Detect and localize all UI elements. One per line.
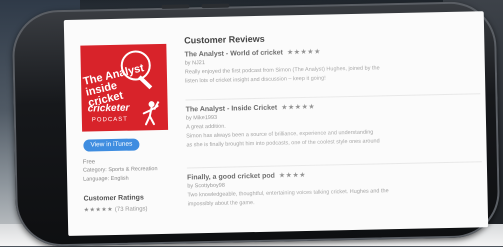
batsman-icon xyxy=(142,101,160,126)
review-item: The Analyst - World of cricket ★★★★★ by N… xyxy=(184,44,480,85)
rating-stars: ★★★★★ xyxy=(83,207,114,214)
volume-button xyxy=(201,3,230,9)
review-stars: ★★★★★ xyxy=(286,48,321,57)
podcast-artwork[interactable]: The Analyst inside cricket cricketer POD… xyxy=(80,43,169,132)
artwork-subtitle: PODCAST xyxy=(91,116,128,124)
podcast-page-screen: The Analyst inside cricket cricketer POD… xyxy=(63,11,489,236)
review-title-text: The Analyst - Inside Cricket xyxy=(185,104,278,114)
review-title-text: The Analyst - World of cricket xyxy=(184,49,284,59)
category-label: Category: Sports & Recreation xyxy=(82,166,158,174)
review-stars: ★★★★★ xyxy=(281,103,316,112)
language-label: Language: English xyxy=(83,175,129,183)
customer-ratings-heading: Customer Ratings xyxy=(83,194,144,203)
customer-reviews-heading: Customer Reviews xyxy=(184,33,265,46)
view-in-itunes-button[interactable]: View in iTunes xyxy=(83,138,140,152)
ratings-summary: ★★★★★ (73 Ratings) xyxy=(84,205,148,213)
ratings-count: (73 Ratings) xyxy=(114,206,148,213)
price-label: Free xyxy=(82,159,96,166)
review-item: The Analyst - Inside Cricket ★★★★★ by Mik… xyxy=(185,99,482,149)
review-item: Finally, a good cricket pod ★★★★ by Scott… xyxy=(187,167,483,207)
review-stars: ★★★★ xyxy=(278,171,307,180)
artwork-brand: cricketer xyxy=(87,102,130,115)
volume-button xyxy=(161,4,190,9)
phone-device: The Analyst inside cricket cricketer POD… xyxy=(11,0,501,247)
review-title-text: Finally, a good cricket pod xyxy=(187,172,275,182)
